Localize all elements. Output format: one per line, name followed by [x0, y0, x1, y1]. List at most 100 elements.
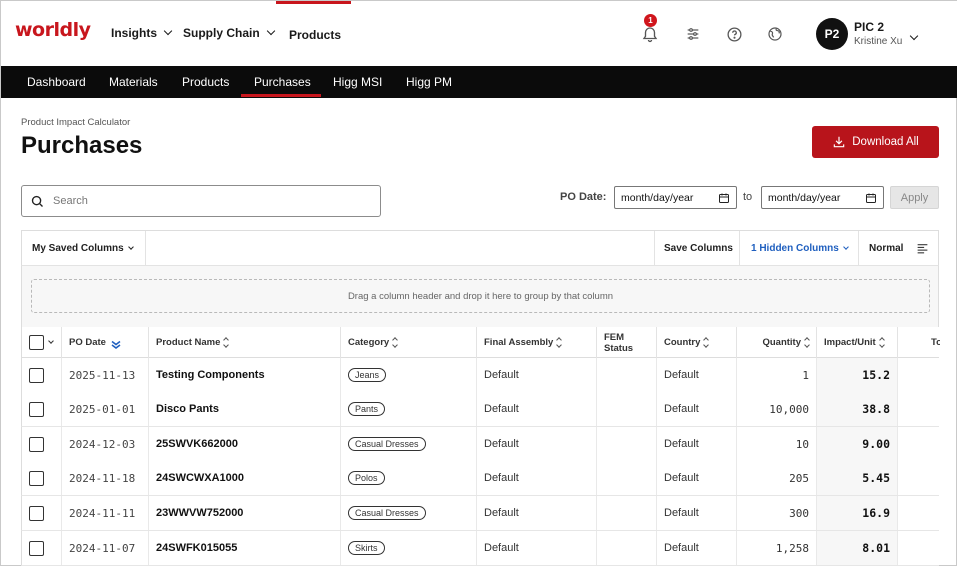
po-date-label: PO Date:: [560, 191, 607, 203]
col-fem-status[interactable]: FEM Status: [597, 327, 657, 358]
row-checkbox[interactable]: [29, 436, 44, 452]
download-all-button[interactable]: Download All: [812, 126, 939, 158]
cell-fem-status: [597, 531, 657, 565]
cell-product-name[interactable]: 24SWFK015055: [149, 531, 341, 565]
row-checkbox[interactable]: [29, 470, 44, 486]
table-row[interactable]: 2024-11-07 24SWFK015055 Skirts Default Defau…: [21, 531, 939, 566]
table-row[interactable]: 2025-11-13 Testing Components Jeans Default…: [21, 358, 939, 393]
tab-materials[interactable]: Materials: [109, 66, 158, 98]
po-date-from-placeholder: month/day/year: [621, 191, 694, 204]
group-panel: Drag a column header and drop it here to…: [21, 266, 939, 327]
saved-columns-label: My Saved Columns: [32, 243, 124, 254]
cell-category: Casual Dresses: [341, 496, 477, 530]
col-category[interactable]: Category: [341, 327, 477, 358]
tab-dashboard[interactable]: Dashboard: [27, 66, 86, 98]
sort-icon[interactable]: [392, 337, 399, 348]
calendar-icon[interactable]: [718, 192, 730, 204]
row-checkbox[interactable]: [29, 401, 44, 417]
row-select-cell[interactable]: [22, 496, 62, 530]
sliders-icon[interactable]: [682, 23, 704, 45]
category-pill: Casual Dresses: [348, 437, 426, 451]
chevron-down-icon[interactable]: [48, 338, 54, 344]
nav-supply-chain[interactable]: Supply Chain: [183, 26, 275, 40]
sort-desc-icon[interactable]: [111, 340, 121, 349]
cell-po-date: 2024-11-07: [62, 531, 149, 565]
breadcrumb[interactable]: Product Impact Calculator: [21, 117, 130, 128]
toolbar-divider: [145, 231, 146, 266]
tab-higg-pm[interactable]: Higg PM: [406, 66, 452, 98]
tab-active-indicator: [241, 94, 321, 97]
cell-product-name[interactable]: 24SWCWXA1000: [149, 461, 341, 495]
user-name[interactable]: PIC 2: [854, 20, 884, 34]
row-select-cell[interactable]: [22, 358, 62, 392]
sort-icon[interactable]: [878, 337, 885, 348]
row-checkbox[interactable]: [29, 540, 44, 556]
sort-icon[interactable]: [223, 337, 230, 348]
col-country-label: Country: [664, 337, 701, 348]
nav-products[interactable]: Products: [289, 28, 341, 42]
cell-category: Casual Dresses: [341, 427, 477, 461]
category-pill: Skirts: [348, 541, 385, 555]
cell-impact-unit: 9.00: [817, 427, 898, 461]
table-row[interactable]: 2024-12-03 25SWVK662000 Casual Dresses Defa…: [21, 427, 939, 462]
cell-category: Pants: [341, 392, 477, 426]
search-input[interactable]: [53, 195, 353, 207]
cell-po-date: 2024-12-03: [62, 427, 149, 461]
col-impact-unit[interactable]: Impact/Unit: [817, 327, 898, 358]
table-row[interactable]: 2025-01-01 Disco Pants Pants Default Default…: [21, 392, 939, 427]
search-box[interactable]: [21, 185, 381, 217]
chevron-down-icon[interactable]: [907, 28, 919, 42]
calendar-icon[interactable]: [865, 192, 877, 204]
col-final-assembly[interactable]: Final Assembly: [477, 327, 597, 358]
download-icon: [834, 136, 845, 148]
cell-product-name[interactable]: Disco Pants: [149, 392, 341, 426]
cell-product-name[interactable]: Testing Components: [149, 358, 341, 392]
worldly-logo[interactable]: worldly: [15, 19, 91, 41]
select-all-checkbox[interactable]: [29, 335, 44, 350]
density-menu[interactable]: Normal: [869, 231, 929, 266]
globe-icon[interactable]: [764, 23, 786, 45]
cell-fem-status: [597, 392, 657, 426]
tab-higg-msi[interactable]: Higg MSI: [333, 66, 382, 98]
cell-product-name[interactable]: 23WWVW752000: [149, 496, 341, 530]
table-row[interactable]: 2024-11-18 24SWCWXA1000 Polos Default Defaul…: [21, 461, 939, 496]
help-circle-icon[interactable]: [723, 23, 745, 45]
table-row[interactable]: 2024-11-11 23WWVW752000 Casual Dresses Defa…: [21, 496, 939, 531]
col-final-assembly-label: Final Assembly: [484, 337, 554, 348]
cell-country: Default: [657, 496, 737, 530]
cell-total: [898, 358, 940, 392]
po-date-from-input[interactable]: month/day/year: [614, 186, 737, 209]
tab-products[interactable]: Products: [182, 66, 229, 98]
chevron-down-icon: [163, 26, 173, 36]
toolbar-divider: [654, 231, 655, 266]
row-select-cell[interactable]: [22, 461, 62, 495]
row-select-cell[interactable]: [22, 427, 62, 461]
save-columns-button[interactable]: Save Columns: [664, 231, 733, 266]
hidden-columns-dropdown[interactable]: 1 Hidden Columns: [751, 231, 849, 266]
density-icon: [918, 244, 928, 254]
col-quantity[interactable]: Quantity: [737, 327, 817, 358]
nav-insights[interactable]: Insights: [111, 26, 173, 40]
cell-product-name[interactable]: 25SWVK662000: [149, 427, 341, 461]
cell-final-assembly: Default: [477, 531, 597, 565]
col-po-date[interactable]: PO Date: [62, 327, 149, 358]
select-all-cell[interactable]: [22, 327, 62, 358]
row-checkbox[interactable]: [29, 505, 44, 521]
col-po-date-label: PO Date: [69, 337, 106, 348]
row-select-cell[interactable]: [22, 531, 62, 565]
row-select-cell[interactable]: [22, 392, 62, 426]
col-total[interactable]: To: [898, 327, 940, 358]
apply-button[interactable]: Apply: [890, 186, 939, 209]
saved-columns-dropdown[interactable]: My Saved Columns: [32, 231, 134, 266]
avatar[interactable]: P2: [816, 18, 848, 50]
nav-products-label: Products: [289, 28, 342, 42]
sort-icon[interactable]: [703, 337, 710, 348]
group-drop-zone[interactable]: Drag a column header and drop it here to…: [31, 279, 930, 313]
col-product-name[interactable]: Product Name: [149, 327, 341, 358]
col-country[interactable]: Country: [657, 327, 737, 358]
sort-icon[interactable]: [804, 337, 810, 348]
sort-icon[interactable]: [556, 337, 563, 348]
po-date-to-input[interactable]: month/day/year: [761, 186, 884, 209]
chevron-down-icon: [266, 26, 275, 36]
row-checkbox[interactable]: [29, 367, 44, 383]
